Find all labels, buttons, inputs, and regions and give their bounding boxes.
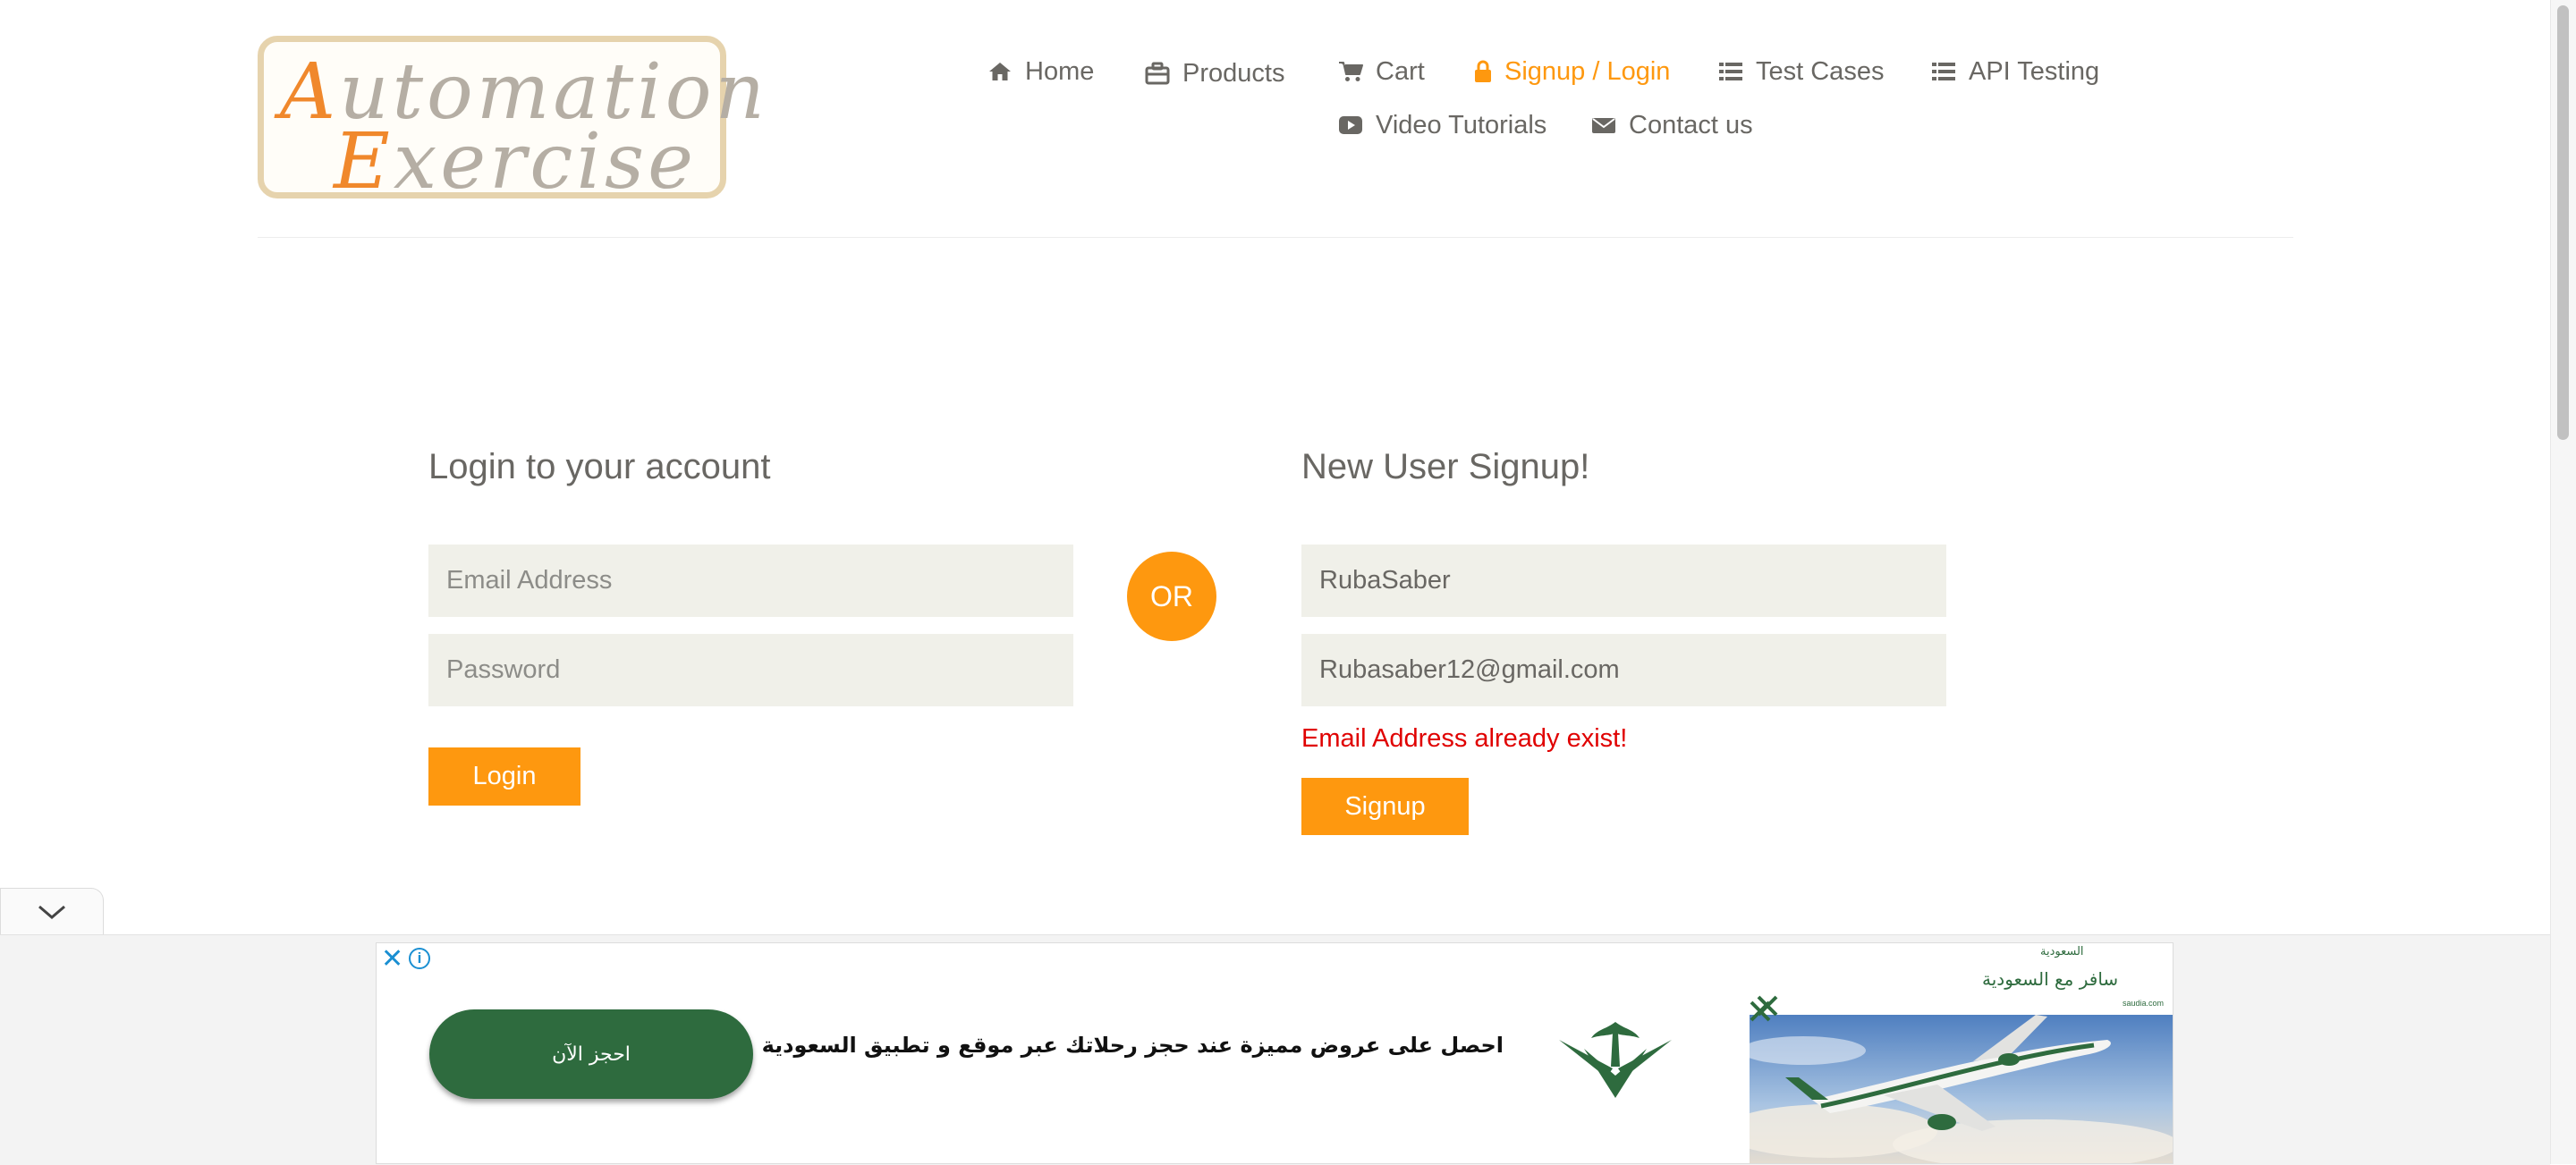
youtube-play-icon xyxy=(1339,116,1362,134)
ad-tagline: سافر مع السعودية xyxy=(1982,968,2119,990)
list-icon xyxy=(1719,63,1742,80)
nav-signup-login-label: Signup / Login xyxy=(1504,56,1671,86)
or-divider: OR xyxy=(1127,552,1216,641)
nav-video-tutorials-label: Video Tutorials xyxy=(1376,110,1547,139)
nav-api-testing[interactable]: API Testing xyxy=(1931,54,2099,89)
nav-test-cases[interactable]: Test Cases xyxy=(1718,54,1884,89)
ad-headline: احصل على عروض مميزة عند حجز رحلاتك عبر م… xyxy=(761,1033,1504,1058)
ad-brand-name: السعودية xyxy=(2040,945,2084,958)
nav-products-label: Products xyxy=(1182,58,1285,88)
nav-signup-login[interactable]: Signup / Login xyxy=(1474,54,1670,89)
lock-icon xyxy=(1475,60,1491,82)
nav-contact-us-label: Contact us xyxy=(1629,110,1753,139)
ad-banner[interactable]: ✕ i احجز الآن احصل على عروض مميزة عند حج… xyxy=(376,942,2174,1164)
site-logo[interactable]: Automation Exercise xyxy=(258,36,765,207)
login-password-input[interactable] xyxy=(428,634,1073,706)
chevron-down-icon xyxy=(38,905,65,919)
nav-cart[interactable]: Cart xyxy=(1338,54,1425,89)
list-icon xyxy=(1932,63,1955,80)
signup-title: New User Signup! xyxy=(1301,447,1590,486)
nav-cart-label: Cart xyxy=(1376,56,1425,86)
ad-collapse-toggle[interactable] xyxy=(0,888,104,934)
nav-home-label: Home xyxy=(1025,56,1095,86)
logo-line-2: Exercise xyxy=(334,117,697,207)
ad-cta-button[interactable]: احجز الآن xyxy=(429,1009,753,1099)
ad-close-icon[interactable]: ✕ xyxy=(381,943,403,975)
envelope-icon xyxy=(1592,118,1615,133)
signup-email-input[interactable] xyxy=(1301,634,1946,706)
ad-site-url: saudia.com xyxy=(2123,999,2165,1008)
nav-video-tutorials[interactable]: Video Tutorials xyxy=(1338,107,1546,143)
nav-test-cases-label: Test Cases xyxy=(1756,56,1885,86)
nav-api-testing-label: API Testing xyxy=(1969,56,2100,86)
cart-icon xyxy=(1339,62,1363,81)
login-email-input[interactable] xyxy=(428,545,1073,617)
briefcase-icon xyxy=(1145,62,1170,85)
nav-contact-us[interactable]: Contact us xyxy=(1591,107,1753,143)
palm-swords-emblem-icon xyxy=(1559,1022,1672,1098)
page-scrollbar-thumb[interactable] xyxy=(2557,5,2569,440)
login-button[interactable]: Login xyxy=(428,747,580,806)
signup-button[interactable]: Signup xyxy=(1301,778,1469,835)
login-title: Login to your account xyxy=(428,447,771,486)
header-divider xyxy=(258,237,2293,238)
nav-products[interactable]: Products xyxy=(1145,55,1284,91)
signup-name-input[interactable] xyxy=(1301,545,1946,617)
ad-info-icon[interactable]: i xyxy=(409,948,430,969)
signup-error-message: Email Address already exist! xyxy=(1301,724,1628,753)
home-icon xyxy=(989,63,1011,80)
nav-home[interactable]: Home xyxy=(987,54,1094,89)
